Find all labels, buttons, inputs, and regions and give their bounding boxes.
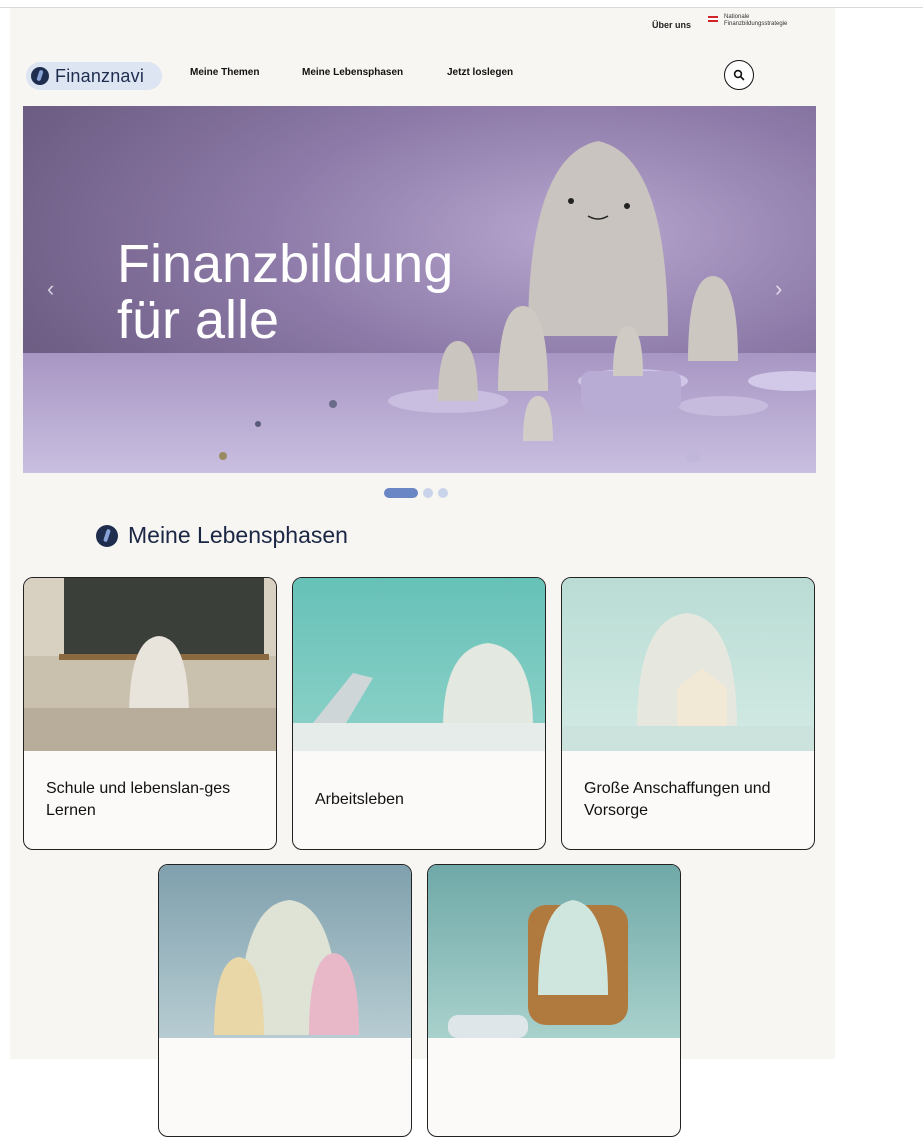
finanznavi-logo[interactable]: Finanznavi [26, 62, 162, 90]
carousel-next-arrow[interactable]: › [775, 276, 782, 302]
armchair-illustration [448, 900, 628, 1038]
school-illustration [24, 578, 276, 751]
section-header: Meine Lebensphasen [96, 522, 348, 549]
nav-meine-themen[interactable]: Meine Themen [190, 67, 259, 78]
carousel-pagination [384, 488, 448, 498]
carousel-dot-2[interactable] [423, 488, 433, 498]
carousel-prev-arrow[interactable]: ‹ [47, 276, 54, 302]
search-button[interactable] [724, 60, 754, 90]
section-title: Meine Lebensphasen [128, 522, 348, 548]
carousel-dot-3[interactable] [438, 488, 448, 498]
compass-section-icon [96, 524, 118, 547]
card-label: Schule und lebenslan-ges Lernen [46, 780, 231, 819]
card-image-armchair [428, 865, 680, 1038]
card-image-work [293, 578, 545, 751]
austria-flag-icon [708, 16, 718, 22]
card-familie[interactable] [158, 864, 412, 1137]
card-schule[interactable]: Schule und lebenslan-ges Lernen [23, 577, 277, 850]
card-grosse-anschaffungen[interactable]: Große Anschaffungen und Vorsorge [561, 577, 815, 850]
nfs-link[interactable]: Nationale Finanzbildungsstrategie [708, 14, 787, 36]
hero-title: Finanzbildung für alle [117, 236, 453, 348]
nav-jetzt-loslegen[interactable]: Jetzt loslegen [447, 67, 513, 78]
card-arbeitsleben[interactable]: Arbeitsleben [292, 577, 546, 850]
card-ruhestand[interactable] [427, 864, 681, 1137]
card-label [428, 1038, 680, 1136]
carousel-dot-1[interactable] [384, 488, 418, 498]
house-illustration [562, 613, 814, 751]
nfs-line2: Finanzbildungsstrategie [724, 21, 788, 27]
card-label: Große Anschaffungen und Vorsorge [584, 780, 771, 819]
logo-text: Finanznavi [55, 65, 145, 86]
card-label: Arbeitsleben [315, 791, 404, 808]
card-image-school [24, 578, 276, 751]
card-label [159, 1038, 411, 1136]
search-icon [733, 69, 745, 81]
link-ueber-uns[interactable]: Über uns [652, 14, 691, 36]
card-image-family [159, 865, 411, 1038]
card-image-house [562, 578, 814, 751]
nav-meine-lebensphasen[interactable]: Meine Lebensphasen [302, 67, 403, 78]
hero-title-line1: Finanzbildung [117, 234, 454, 294]
compass-logo-icon [31, 67, 49, 85]
work-illustration [293, 643, 545, 751]
hero-title-line2: für alle [117, 290, 280, 350]
nfs-line1: Nationale [724, 14, 750, 20]
browser-top-line [0, 0, 923, 8]
nfs-text: Nationale Finanzbildungsstrategie [724, 14, 787, 28]
family-illustration [214, 900, 359, 1035]
hero-carousel[interactable]: Finanzbildung für alle ‹ › [23, 106, 816, 473]
